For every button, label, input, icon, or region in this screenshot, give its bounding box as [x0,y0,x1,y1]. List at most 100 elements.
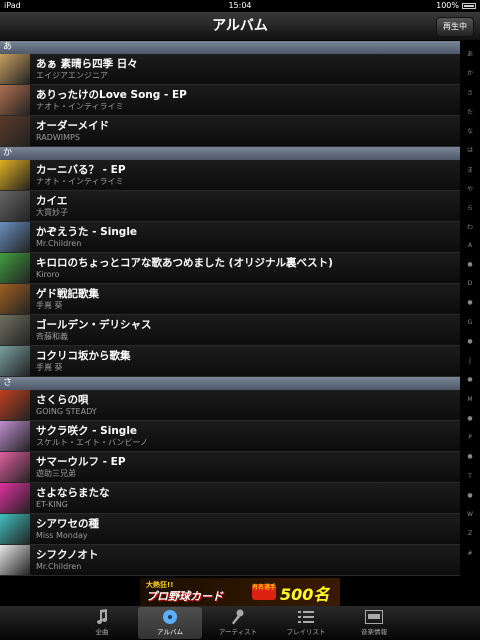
album-row[interactable]: ありったけのLove Song - EP ナオト・インティライミ [0,85,460,116]
index-letter[interactable]: は [460,145,480,154]
index-letter[interactable]: な [460,126,480,135]
album-title: さよならまたな [36,486,110,499]
tab-playlist[interactable]: プレイリスト [274,607,338,639]
album-artwork [0,545,30,575]
album-row[interactable]: さよならまたな ET-KING [0,483,460,514]
tab-label: プレイリスト [286,628,326,636]
album-artist: スケルト・エイト・バンビーノ [36,437,148,447]
album-title: サクラ咲ク - Single [36,424,138,437]
navigation-bar: アルバム 再生中 [0,12,480,41]
index-letter[interactable]: # [460,550,480,557]
album-title: キロロのちょっとコアな歌あつめました (オリジナル裏ベスト) [36,256,333,269]
index-letter[interactable]: T [460,473,480,480]
album-row[interactable]: コクリコ坂から歌集 手嶌 葵 [0,346,460,377]
index-letter[interactable]: W [460,511,480,518]
album-artwork [0,222,30,252]
album-title: サマーウルフ - EP [36,455,126,468]
index-letter[interactable]: ● [460,453,480,460]
index-letter[interactable]: Z [460,530,480,537]
album-title: コクリコ坂から歌集 [36,349,131,362]
index-letter[interactable]: ま [460,165,480,174]
index-letter[interactable]: M [460,396,480,403]
album-artwork [0,452,30,482]
album-artist: 遊助三兄弟 [36,468,76,478]
playlist-icon [274,607,338,627]
section-index[interactable]: あかさたなはまやらわ A ● D ● G ● J ● M ● P ● T ● W Z # [460,41,480,578]
index-letter[interactable]: た [460,107,480,116]
album-artist: 手嶌 葵 [36,300,63,310]
index-letter[interactable]: あ [460,49,480,58]
album-artist: Miss Monday [36,530,88,540]
album-title: シアワセの種 [36,517,99,530]
album-row[interactable]: ゲド戦記歌集 手嶌 葵 [0,284,460,315]
tab-label: アルバム [157,628,183,636]
tab-microphone[interactable]: アーティスト [206,607,270,639]
album-artwork [0,315,30,345]
album-row[interactable]: かぞえうた - Single Mr.Children [0,222,460,253]
index-letter[interactable]: ● [460,376,480,383]
index-letter[interactable]: ら [460,203,480,212]
battery-status: 100% [436,0,476,12]
index-letter[interactable]: ● [460,299,480,306]
album-artwork [0,514,30,544]
album-artist: ET-KING [36,499,68,509]
album-artist: Mr.Children [36,238,82,248]
index-letter[interactable]: J [460,357,480,364]
album-row[interactable]: カーニバる？ - EP ナオト・インティライミ [0,160,460,191]
album-row[interactable]: さくらの唄 GOING STEADY [0,390,460,421]
album-row[interactable]: カイエ 大貫妙子 [0,191,460,222]
album-artist: ナオト・インティライミ [36,101,124,111]
album-artwork [0,54,30,84]
battery-percent: 100% [436,1,459,10]
tab-music-note[interactable]: 全曲 [70,607,134,639]
album-title: ありったけのLove Song - EP [36,88,187,101]
album-artwork [0,390,30,420]
index-letter[interactable]: A [460,242,480,249]
section-header: あ [0,41,460,54]
index-letter[interactable]: や [460,184,480,193]
index-letter[interactable]: ● [460,415,480,422]
album-list[interactable]: ああぁ 素晴ら四季 日々 エイジアエンジニア ありったけのLove Song - E… [0,41,460,578]
tab-label: アーティスト [218,628,258,636]
album-title: ゲド戦記歌集 [36,287,99,300]
battery-icon [462,3,476,9]
ad-banner[interactable]: 大熱狂!! プロ野球カード 有名選手 500名登場!! [140,578,340,606]
index-letter[interactable]: さ [460,88,480,97]
album-row[interactable]: オーダーメイド RADWIMPS [0,116,460,147]
index-letter[interactable]: G [460,319,480,326]
ad-badge: 有名選手 [252,584,276,600]
now-playing-button[interactable]: 再生中 [436,17,474,37]
index-letter[interactable]: ● [460,338,480,345]
index-letter[interactable]: か [460,68,480,77]
album-artwork [0,253,30,283]
album-row[interactable]: ゴールデン・デリシャス 斉藤和義 [0,315,460,346]
tab-label: 音楽情報 [361,628,387,636]
album-artist: GOING STEADY [36,406,97,416]
index-letter[interactable]: D [460,280,480,287]
album-artist: Kiroro [36,269,60,279]
album-artwork [0,191,30,221]
news-icon [342,607,406,627]
tab-album-disc[interactable]: アルバム [138,607,202,639]
album-row[interactable]: サマーウルフ - EP 遊助三兄弟 [0,452,460,483]
index-letter[interactable]: わ [460,222,480,231]
album-row[interactable]: キロロのちょっとコアな歌あつめました (オリジナル裏ベスト) Kiroro [0,253,460,284]
ad-banner-area: 大熱狂!! プロ野球カード 有名選手 500名登場!! [0,578,480,606]
album-title: かぞえうた - Single [36,225,138,238]
index-letter[interactable]: ● [460,492,480,499]
index-letter[interactable]: P [460,434,480,441]
album-row[interactable]: あぁ 素晴ら四季 日々 エイジアエンジニア [0,54,460,85]
album-row[interactable]: サクラ咲ク - Single スケルト・エイト・バンビーノ [0,421,460,452]
album-artwork [0,284,30,314]
album-artwork [0,85,30,115]
album-artwork [0,421,30,451]
album-row[interactable]: シアワセの種 Miss Monday [0,514,460,545]
album-disc-icon [138,607,202,627]
album-artist: RADWIMPS [36,132,80,142]
tab-news[interactable]: 音楽情報 [342,607,406,639]
index-letter[interactable]: ● [460,261,480,268]
album-artist: エイジアエンジニア [36,70,108,80]
album-artist: 手嶌 葵 [36,362,63,372]
ad-count: 500名登場!! [280,585,330,604]
album-row[interactable]: シフクノオト Mr.Children [0,545,460,576]
